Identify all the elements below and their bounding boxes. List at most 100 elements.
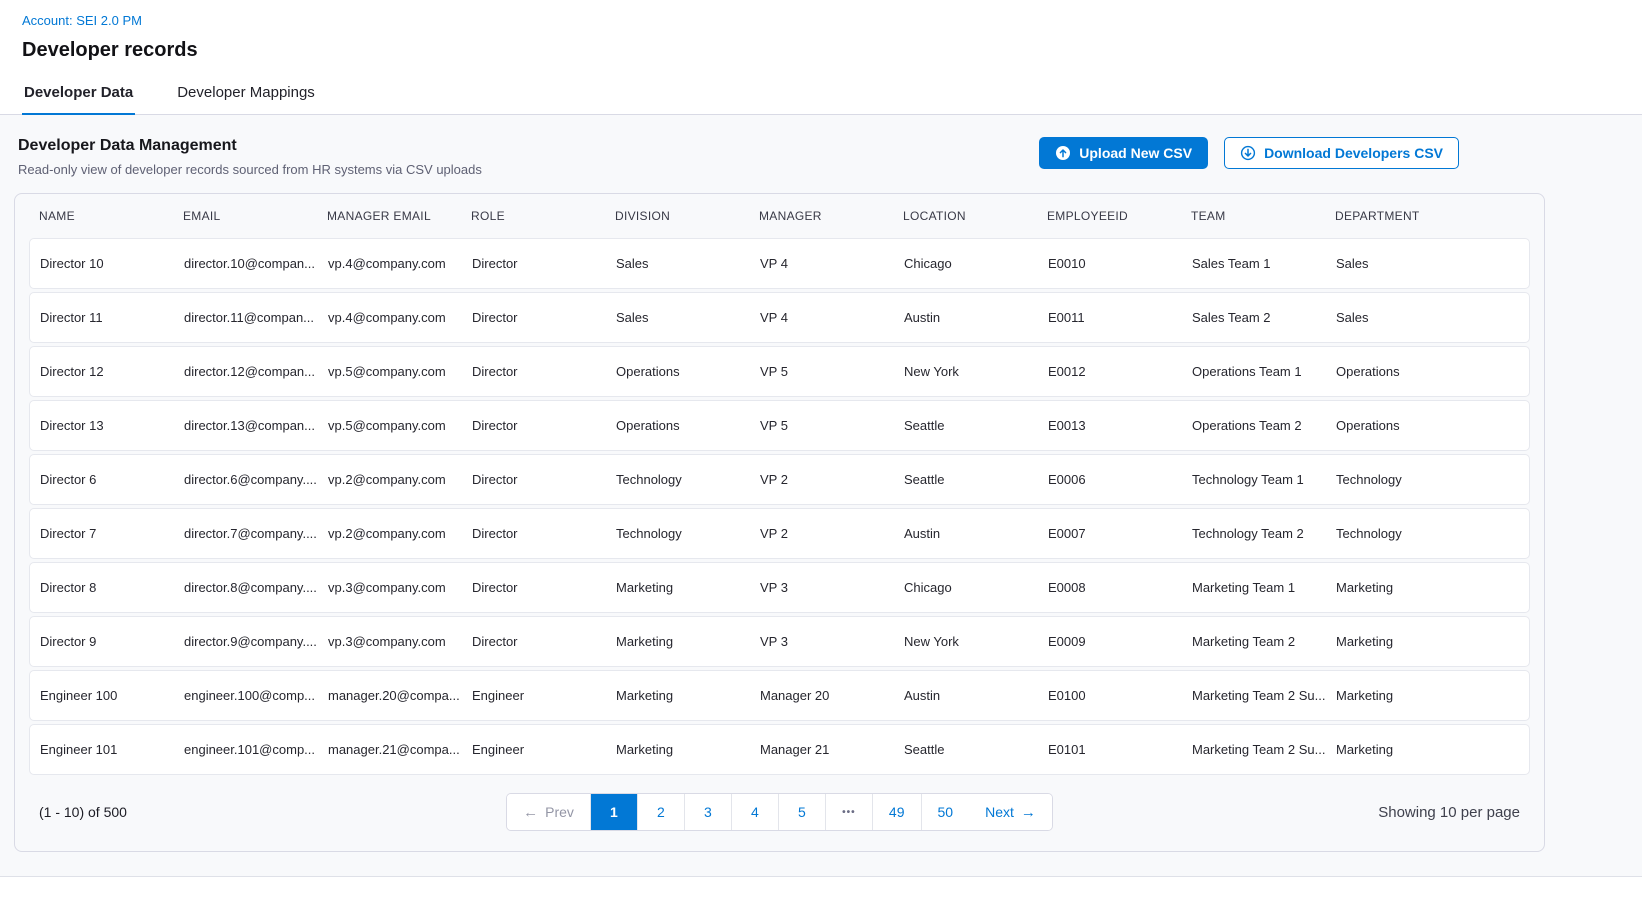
table-cell: E0009 [1048, 634, 1192, 649]
table-cell: Marketing [1336, 580, 1519, 595]
table-cell: Technology [616, 472, 760, 487]
table-cell: Sales [616, 310, 760, 325]
table-cell: Operations Team 1 [1192, 364, 1336, 379]
table-row: Engineer 100engineer.100@comp...manager.… [29, 670, 1530, 721]
table-cell: VP 5 [760, 364, 904, 379]
table-cell: Sales Team 2 [1192, 310, 1336, 325]
table-cell: VP 4 [760, 256, 904, 271]
table-cell: Operations [1336, 418, 1519, 433]
download-circle-icon [1240, 145, 1256, 161]
upload-button-label: Upload New CSV [1079, 145, 1192, 161]
table-cell: Austin [904, 688, 1048, 703]
table-cell: Sales [616, 256, 760, 271]
pagination-ellipsis[interactable]: ••• [826, 794, 873, 830]
page-header: Account: SEI 2.0 PM Developer records [0, 0, 1642, 62]
table-cell: Marketing Team 2 Su... [1192, 742, 1336, 757]
per-page-text: Showing 10 per page [1053, 804, 1520, 821]
column-header: LOCATION [903, 209, 1047, 223]
table-cell: VP 3 [760, 580, 904, 595]
table-cell: Operations [616, 418, 760, 433]
column-header: EMAIL [183, 209, 327, 223]
table-cell: New York [904, 634, 1048, 649]
table-cell: Chicago [904, 580, 1048, 595]
table-row: Director 13director.13@compan...vp.5@com… [29, 400, 1530, 451]
table-cell: Sales Team 1 [1192, 256, 1336, 271]
column-header: TEAM [1191, 209, 1335, 223]
prev-button-label: Prev [545, 804, 574, 820]
table-row: Director 9director.9@company....vp.3@com… [29, 616, 1530, 667]
tab-developer-data[interactable]: Developer Data [22, 84, 135, 114]
table-cell: Operations [616, 364, 760, 379]
table-cell: vp.4@company.com [328, 256, 472, 271]
table-cell: Marketing [616, 580, 760, 595]
table-cell: Director 10 [40, 256, 184, 271]
table-cell: vp.5@company.com [328, 418, 472, 433]
section-heading-block: Developer Data Management Read-only view… [18, 137, 482, 177]
table-cell: Austin [904, 526, 1048, 541]
table-cell: E0007 [1048, 526, 1192, 541]
table-cell: Operations [1336, 364, 1519, 379]
table-cell: director.6@company.... [184, 472, 328, 487]
table-row: Director 7director.7@company....vp.2@com… [29, 508, 1530, 559]
table-cell: VP 2 [760, 472, 904, 487]
table-cell: VP 4 [760, 310, 904, 325]
page-title: Developer records [22, 39, 1620, 62]
next-button[interactable]: Next → [969, 794, 1052, 830]
pagination: ← Prev 12345•••4950 Next → [506, 793, 1053, 831]
table-row: Director 10director.10@compan...vp.4@com… [29, 238, 1530, 289]
prev-button[interactable]: ← Prev [507, 794, 591, 830]
table-body: Director 10director.10@compan...vp.4@com… [29, 238, 1530, 775]
table-cell: Marketing Team 1 [1192, 580, 1336, 595]
table-cell: VP 3 [760, 634, 904, 649]
table-cell: vp.2@company.com [328, 526, 472, 541]
upload-new-csv-button[interactable]: Upload New CSV [1039, 137, 1208, 169]
table-cell: Engineer [472, 688, 616, 703]
table-cell: Manager 21 [760, 742, 904, 757]
table-cell: Sales [1336, 310, 1519, 325]
table-cell: Technology [616, 526, 760, 541]
download-developers-csv-button[interactable]: Download Developers CSV [1224, 137, 1459, 169]
table-cell: E0008 [1048, 580, 1192, 595]
table-cell: Director [472, 472, 616, 487]
table-cell: Director [472, 310, 616, 325]
table-cell: vp.5@company.com [328, 364, 472, 379]
section-header: Developer Data Management Read-only view… [14, 135, 1545, 177]
table-cell: Engineer 101 [40, 742, 184, 757]
table-cell: Director [472, 580, 616, 595]
column-header: MANAGER [759, 209, 903, 223]
arrow-right-icon: → [1021, 805, 1036, 820]
table-cell: Technology Team 2 [1192, 526, 1336, 541]
column-header: DIVISION [615, 209, 759, 223]
table-cell: Director 7 [40, 526, 184, 541]
column-header: NAME [39, 209, 183, 223]
table-cell: Sales [1336, 256, 1519, 271]
table-cell: Director [472, 364, 616, 379]
pagination-page-49[interactable]: 49 [873, 794, 922, 830]
table-cell: Manager 20 [760, 688, 904, 703]
table-cell: E0100 [1048, 688, 1192, 703]
table-cell: Chicago [904, 256, 1048, 271]
pagination-page-2[interactable]: 2 [638, 794, 685, 830]
table-cell: Seattle [904, 742, 1048, 757]
table-cell: manager.20@compa... [328, 688, 472, 703]
table-cell: E0010 [1048, 256, 1192, 271]
table-cell: director.10@compan... [184, 256, 328, 271]
table-cell: Director 13 [40, 418, 184, 433]
pagination-page-3[interactable]: 3 [685, 794, 732, 830]
pagination-page-1[interactable]: 1 [591, 794, 638, 830]
pagination-page-4[interactable]: 4 [732, 794, 779, 830]
table-cell: vp.4@company.com [328, 310, 472, 325]
table-cell: Marketing Team 2 Su... [1192, 688, 1336, 703]
pagination-page-50[interactable]: 50 [922, 794, 970, 830]
tabs: Developer Data Developer Mappings [0, 84, 1642, 115]
arrow-left-icon: ← [523, 805, 538, 820]
table-row: Director 11director.11@compan...vp.4@com… [29, 292, 1530, 343]
pagination-page-5[interactable]: 5 [779, 794, 826, 830]
table-cell: Director [472, 256, 616, 271]
column-header: ROLE [471, 209, 615, 223]
tab-developer-mappings[interactable]: Developer Mappings [175, 84, 317, 114]
section-title: Developer Data Management [18, 137, 482, 155]
table-cell: E0011 [1048, 310, 1192, 325]
account-link[interactable]: Account: SEI 2.0 PM [22, 13, 142, 28]
table-cell: engineer.100@comp... [184, 688, 328, 703]
